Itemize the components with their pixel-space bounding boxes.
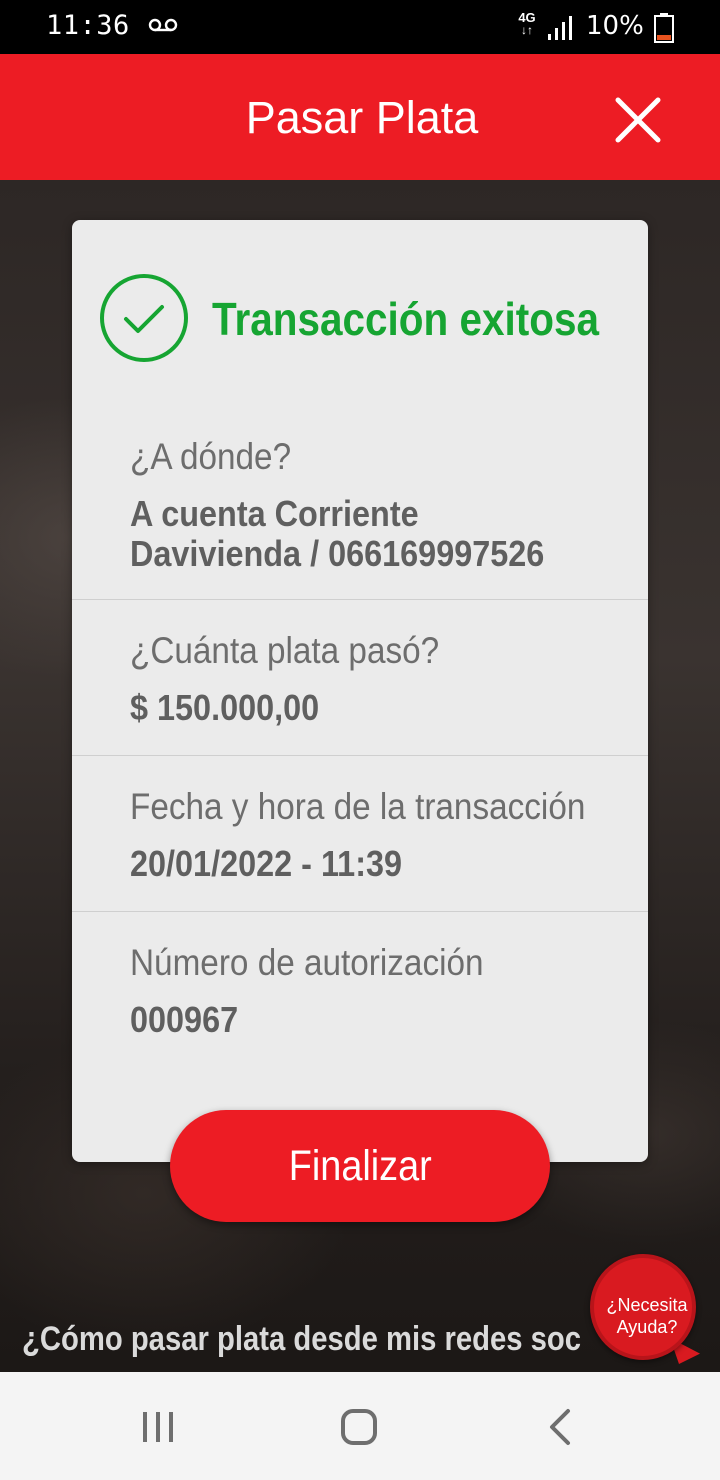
help-text: ¿Necesita Ayuda? — [594, 1294, 700, 1338]
detail-label: ¿A dónde? — [130, 436, 292, 477]
recent-apps-icon[interactable] — [140, 1410, 176, 1444]
battery-percent: 10% — [586, 11, 644, 41]
detail-label: Número de autorización — [130, 942, 484, 983]
help-chat-button[interactable]: ¿Necesita Ayuda? — [590, 1254, 702, 1366]
home-icon[interactable] — [340, 1408, 378, 1446]
network-type-indicator: 4G ↓↑ — [516, 11, 538, 37]
finalize-button-label: Finalizar — [288, 1142, 432, 1190]
detail-value: 000967 — [130, 999, 239, 1040]
social-help-link[interactable]: ¿Cómo pasar plata desde mis redes soc — [22, 1320, 581, 1359]
detail-amount: ¿Cuánta plata pasó? $ 150.000,00 — [72, 600, 648, 756]
detail-value: A cuenta Corriente — [130, 493, 419, 534]
receipt-card: Transacción exitosa ¿A dónde? A cuenta C… — [72, 220, 648, 1162]
app-header: Pasar Plata — [0, 54, 720, 180]
help-text-line1: ¿Necesita — [606, 1295, 688, 1315]
battery-icon — [654, 13, 674, 43]
check-circle-icon — [100, 274, 188, 362]
close-icon[interactable] — [610, 92, 666, 148]
detail-label: ¿Cuánta plata pasó? — [130, 630, 440, 671]
system-nav-bar — [0, 1372, 720, 1480]
success-title: Transacción exitosa — [212, 293, 599, 345]
detail-label: Fecha y hora de la transacción — [130, 786, 586, 827]
detail-destination: ¿A dónde? A cuenta Corriente Davivienda … — [72, 416, 648, 600]
detail-datetime: Fecha y hora de la transacción 20/01/202… — [72, 756, 648, 912]
detail-value: 20/01/2022 - 11:39 — [130, 843, 403, 884]
status-time: 11:36 — [46, 10, 130, 41]
signal-icon — [548, 16, 572, 40]
detail-authorization: Número de autorización 000967 — [72, 912, 648, 1068]
voicemail-icon — [148, 18, 178, 32]
finalize-button[interactable]: Finalizar — [170, 1110, 550, 1222]
data-arrows-icon: ↓↑ — [521, 23, 533, 37]
status-bar: 11:36 4G ↓↑ 10% — [0, 0, 720, 54]
chat-bubble-icon: ¿Necesita Ayuda? — [590, 1254, 696, 1360]
detail-value: Davivienda / 066169997526 — [130, 533, 545, 574]
back-icon[interactable] — [548, 1408, 572, 1446]
help-text-line2: Ayuda? — [616, 1317, 678, 1337]
detail-value: $ 150.000,00 — [130, 687, 320, 728]
